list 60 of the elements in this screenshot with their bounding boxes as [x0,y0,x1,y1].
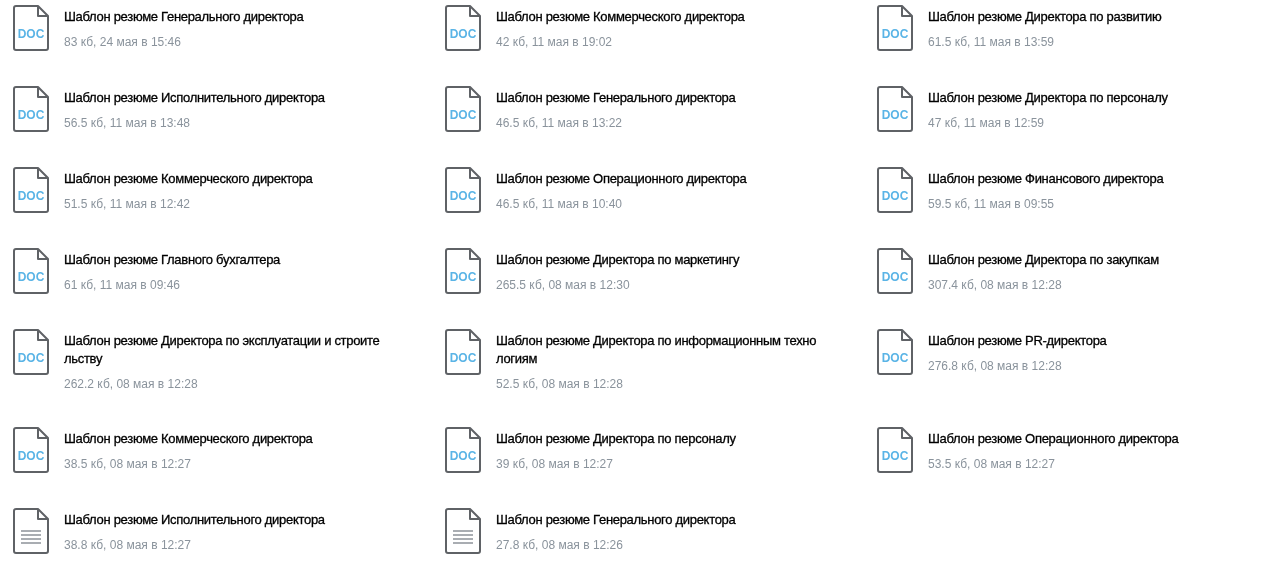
file-info: 38.8 кб, 08 мая в 12:27 [64,537,191,553]
file-title[interactable]: Шаблон резюме Директора по персоналу [496,430,736,448]
document-icon: DOC [12,248,50,294]
file-title[interactable]: Шаблон резюме PR-директора [928,332,1107,350]
file-info: 262.2 кб, 08 мая в 12:28 [64,376,198,392]
file-title[interactable]: Шаблон резюме Коммерческого директора [64,430,313,448]
document-icon: DOC [444,86,482,132]
document-icon: DOC [876,5,914,51]
file-title[interactable]: Шаблон резюме Директора по персоналу [928,89,1168,107]
document-icon: DOC [12,86,50,132]
file-title[interactable]: Шаблон резюме Директора по эксплуатации и строите льству [64,332,380,368]
file-title[interactable]: Шаблон резюме Главного бухгалтера [64,251,281,269]
file-title[interactable]: Шаблон резюме Исполнительного директора [64,511,325,529]
file-title[interactable]: Шаблон резюме Операционного директора [496,170,747,188]
document-icon: DOC [444,329,482,375]
file-title[interactable]: Шаблон резюме Коммерческого директора [496,8,745,26]
file-title[interactable]: Шаблон резюме Директора по маркетингу [496,251,740,269]
file-title[interactable]: Шаблон резюме Генерального директора [496,511,736,529]
file-title[interactable]: Шаблон резюме Исполнительного директора [64,89,325,107]
document-icon: DOC [444,427,482,473]
file-info: 265.5 кб, 08 мая в 12:30 [496,277,630,293]
file-title[interactable]: Шаблон резюме Финансового директора [928,170,1164,188]
file-title[interactable]: Шаблон резюме Директора по закупкам [928,251,1159,269]
document-icon: DOC [444,248,482,294]
file-info: 307.4 кб, 08 мая в 12:28 [928,277,1062,293]
file-info: 38.5 кб, 08 мая в 12:27 [64,456,191,472]
document-icon: DOC [876,427,914,473]
file-info: 46.5 кб, 11 мая в 13:22 [496,115,623,131]
document-icon: DOC [444,5,482,51]
file-title[interactable]: Шаблон резюме Генерального директора [64,8,304,26]
document-icon: DOC [444,167,482,213]
file-info: 83 кб, 24 мая в 15:46 [64,34,181,50]
text-file-icon [12,508,50,554]
file-info: 53.5 кб, 08 мая в 12:27 [928,456,1055,472]
document-icon: DOC [12,329,50,375]
file-info: 59.5 кб, 11 мая в 09:55 [928,196,1055,212]
document-icon: DOC [12,167,50,213]
file-info: 56.5 кб, 11 мая в 13:48 [64,115,191,131]
file-info: 39 кб, 08 мая в 12:27 [496,456,613,472]
file-info: 27.8 кб, 08 мая в 12:26 [496,537,623,553]
document-icon: DOC [876,248,914,294]
file-info: 47 кб, 11 мая в 12:59 [928,115,1045,131]
file-title[interactable]: Шаблон резюме Директора по развитию [928,8,1162,26]
document-icon: DOC [876,86,914,132]
file-info: 61.5 кб, 11 мая в 13:59 [928,34,1055,50]
file-info: 276.8 кб, 08 мая в 12:28 [928,358,1062,374]
document-icon: DOC [876,167,914,213]
file-info: 51.5 кб, 11 мая в 12:42 [64,196,191,212]
file-title[interactable]: Шаблон резюме Генерального директора [496,89,736,107]
document-icon: DOC [12,5,50,51]
file-title[interactable]: Шаблон резюме Коммерческого директора [64,170,313,188]
text-file-icon [444,508,482,554]
file-info: 52.5 кб, 08 мая в 12:28 [496,376,623,392]
document-icon: DOC [12,427,50,473]
file-title[interactable]: Шаблон резюме Операционного директора [928,430,1179,448]
file-info: 42 кб, 11 мая в 19:02 [496,34,613,50]
document-icon: DOC [876,329,914,375]
file-info: 61 кб, 11 мая в 09:46 [64,277,181,293]
file-info: 46.5 кб, 11 мая в 10:40 [496,196,623,212]
file-title[interactable]: Шаблон резюме Директора по информационным техно логиям [496,332,817,368]
